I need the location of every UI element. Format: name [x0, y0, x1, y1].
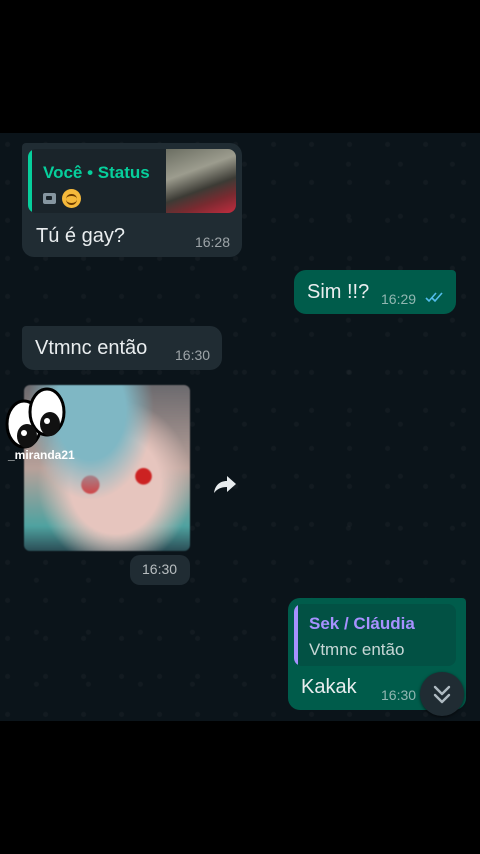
double-check-read-icon	[425, 292, 443, 303]
status-thumbnail	[166, 149, 236, 213]
message-text: Sim !!?	[307, 281, 370, 303]
message-text: Tú é gay?	[36, 225, 125, 247]
quoted-author: Sek / Cláudia	[309, 614, 415, 633]
message-time: 16:30	[175, 347, 211, 363]
chevron-double-down-icon	[433, 685, 451, 704]
message-time: 16:28	[194, 234, 230, 250]
message-text: Vtmnc então	[35, 337, 148, 359]
quoted-status[interactable]: Você • Status	[28, 149, 236, 213]
message-time: 16:30	[381, 687, 417, 703]
message-text: Kakak	[301, 676, 357, 698]
quoted-status-title: Você • Status	[43, 163, 150, 182]
incoming-message-status-reply[interactable]: Você • Status Tú é gay? 16:28	[22, 143, 242, 257]
message-time: 16:30	[142, 561, 178, 577]
quoted-status-preview	[43, 189, 81, 208]
incoming-message[interactable]: Vtmnc então 16:30	[22, 326, 222, 370]
forward-arrow-icon[interactable]	[212, 472, 238, 496]
sticker-caption: _miranda21	[8, 448, 75, 462]
quote-accent-bar	[28, 149, 32, 213]
quoted-text: Vtmnc então	[309, 640, 405, 659]
image-time-pill: 16:30	[130, 555, 190, 585]
quoted-message[interactable]: Sek / Cláudia Vtmnc então	[294, 604, 456, 666]
photo-icon	[43, 193, 56, 204]
quote-accent-bar	[294, 604, 298, 666]
scroll-down-button[interactable]	[420, 672, 464, 716]
upside-down-smile-icon	[62, 189, 81, 208]
message-time: 16:29	[381, 291, 417, 307]
outgoing-message[interactable]: Sim !!? 16:29	[294, 270, 456, 314]
